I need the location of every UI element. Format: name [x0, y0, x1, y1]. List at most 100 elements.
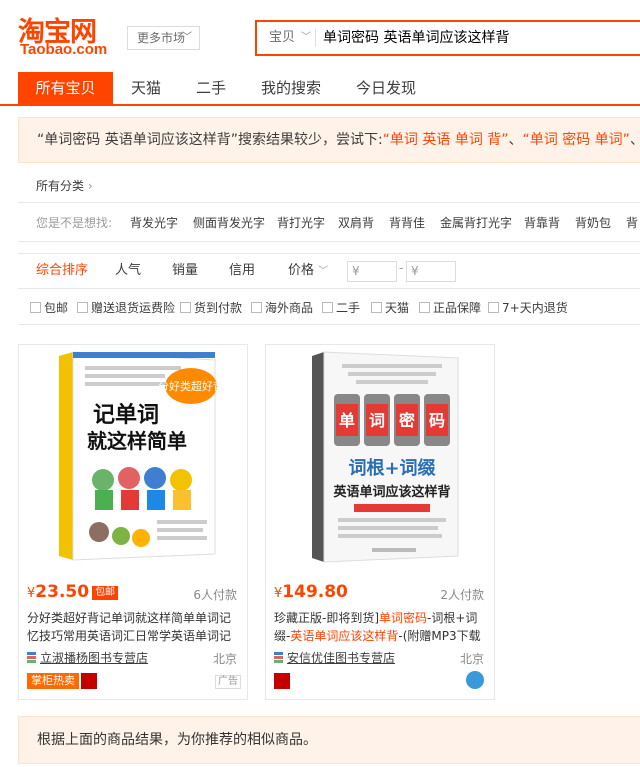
recommendation-banner: 根据上面的商品结果，为你推荐的相似商品。 [18, 716, 640, 764]
related-search-label: 您是不是想找: [36, 216, 113, 230]
title-highlight: 单词密码 [379, 611, 428, 625]
filter-label: 赠送退货运费险 [91, 301, 176, 315]
product-price: ¥149.80 [274, 582, 348, 602]
filter-cod[interactable]: 货到付款 [180, 299, 242, 316]
related-search-item[interactable]: 背背佳 [389, 203, 425, 241]
tab-my-search[interactable]: 我的搜索 [248, 72, 334, 104]
sort-bar: 综合排序 人气 销量 信用 价格 ﹀ ¥ - ¥ [18, 253, 640, 289]
cover-subtitle-1: 词根+词缀 [348, 457, 436, 479]
tab-all-items[interactable]: 所有宝贝 [18, 72, 113, 104]
all-categories-label: 所有分类 [36, 179, 85, 193]
checkbox[interactable] [419, 302, 430, 313]
separator: 、 [630, 132, 640, 148]
all-categories-link[interactable]: 所有分类 › [36, 177, 93, 194]
related-search-item[interactable]: 金属背打光字 [440, 203, 512, 241]
shop-name: 立淑播杨图书专营店 [40, 651, 149, 665]
tab-second-hand[interactable]: 二手 [181, 72, 241, 104]
price-min-input[interactable]: ¥ [347, 261, 397, 282]
sort-default[interactable]: 综合排序 [36, 254, 89, 288]
related-search-item[interactable]: 背打光字 [277, 203, 325, 241]
product-title[interactable]: 珍藏正版-即将到货]单词密码-词根+词缀-英语单词应该这样背-(附赠MP3下载与… [274, 609, 488, 645]
related-search-item[interactable]: 背奶包 [575, 203, 611, 241]
price-value: 149.80 [282, 582, 348, 602]
sort-credit[interactable]: 信用 [229, 254, 255, 288]
cover-char: 码 [429, 411, 445, 430]
filter-7day-return[interactable]: 7+天内退货 [488, 299, 568, 316]
hot-seller-tag: 掌柜热卖 [27, 673, 79, 689]
product-title[interactable]: 分好类超好背记单词就这样简单单词记忆技巧常用英语词汇日常学英语单词记忆速记大 [27, 609, 241, 645]
filter-tmall[interactable]: 天猫 [371, 299, 409, 316]
sort-sales[interactable]: 销量 [172, 254, 198, 288]
filter-second-hand[interactable]: 二手 [322, 299, 360, 316]
cover-badge: 分好类超好背 [158, 379, 224, 393]
chevron-down-icon: ﹀ [318, 266, 329, 277]
related-search-item[interactable]: 侧面背发光字 [193, 203, 265, 241]
product-price: ¥23.50 包邮 [27, 582, 119, 602]
filter-label: 货到付款 [194, 301, 243, 315]
suggestion-link[interactable]: “单词 密码 单词” [523, 132, 630, 148]
suggestion-link[interactable]: “单词 英语 单词 背” [383, 132, 509, 148]
cover-char: 词 [369, 411, 385, 430]
sort-price-label: 价格 [288, 263, 315, 278]
sold-count: 2人付款 [440, 588, 484, 602]
filter-row: 包邮 赠送退货运费险 货到付款 海外商品 二手 天猫 正品保障 7+天内退货 [18, 289, 640, 325]
taobao-logo-en[interactable]: Taobao.com [20, 41, 107, 58]
related-search-row: 您是不是想找: 背发光字 侧面背发光字 背打光字 双肩背 背背佳 金属背打光字 … [18, 202, 640, 242]
sort-price[interactable]: 价格 ﹀ [288, 254, 328, 288]
cover-title-2: 就这样简单 [87, 429, 187, 453]
filter-label: 正品保障 [433, 301, 482, 315]
sold-count: 6人付款 [193, 588, 237, 602]
title-highlight: 英语单词应该这样背 [290, 629, 399, 643]
shop-name: 安信优佳图书专营店 [287, 651, 396, 665]
location: 北京 [459, 652, 484, 666]
related-search-item[interactable]: 双肩背 [338, 203, 374, 241]
sort-popularity[interactable]: 人气 [115, 254, 141, 288]
free-shipping-badge: 包邮 [92, 586, 119, 600]
more-markets-dropdown[interactable]: 更多市场 ﹀ [127, 26, 200, 50]
divider [315, 29, 316, 47]
product-image[interactable]: 单 词 密 码 词根+词缀 英语单词应该这样背 [272, 350, 490, 568]
tmall-icon [81, 673, 97, 689]
search-input[interactable]: 单词密码 英语单词应该这样背 [323, 22, 640, 54]
separator: 、 [508, 132, 523, 148]
search-tabs: 所有宝贝 天猫 二手 我的搜索 今日发现 [0, 72, 640, 106]
filter-overseas[interactable]: 海外商品 [251, 299, 313, 316]
location: 北京 [212, 652, 237, 666]
wangwang-chat-icon[interactable] [466, 671, 484, 689]
checkbox[interactable] [77, 302, 88, 313]
price-value: 23.50 [35, 582, 90, 602]
filter-authentic[interactable]: 正品保障 [419, 299, 481, 316]
tab-today-discover[interactable]: 今日发现 [343, 72, 429, 104]
tmall-icon [274, 673, 290, 689]
search-bar: 宝贝 ﹀ 单词密码 英语单词应该这样背 [255, 20, 640, 56]
search-type-select[interactable]: 宝贝 ﹀ [257, 22, 315, 54]
related-search-item[interactable]: 背 [626, 203, 638, 241]
filter-label: 7+天内退货 [502, 301, 568, 315]
tab-tmall[interactable]: 天猫 [113, 72, 179, 104]
checkbox[interactable] [488, 302, 499, 313]
related-search-item[interactable]: 背靠背 [524, 203, 560, 241]
filter-label: 天猫 [385, 301, 410, 315]
checkbox[interactable] [322, 302, 333, 313]
related-search-item[interactable]: 背发光字 [130, 203, 178, 241]
shop-icon [27, 652, 36, 663]
checkbox[interactable] [30, 302, 41, 313]
checkbox[interactable] [180, 302, 191, 313]
filter-return-insurance[interactable]: 赠送退货运费险 [77, 299, 175, 316]
filter-label: 二手 [336, 301, 361, 315]
price-max-input[interactable]: ¥ [406, 261, 456, 282]
filter-free-shipping[interactable]: 包邮 [30, 299, 68, 316]
product-card[interactable]: 单 词 密 码 词根+词缀 英语单词应该这样背 ¥149.80 2人付款 珍藏正… [265, 344, 495, 700]
checkbox[interactable] [371, 302, 382, 313]
price-range-dash: - [399, 261, 404, 275]
shop-icon [274, 652, 283, 663]
cover-char: 单 [339, 411, 355, 430]
product-card[interactable]: 分好类超好背 记单词 就这样简单 ¥23.50 包邮 6人付款 分好类超好背记单词… [18, 344, 248, 700]
checkbox[interactable] [251, 302, 262, 313]
shop-link[interactable]: 立淑播杨图书专营店 [27, 649, 148, 666]
product-image[interactable]: 分好类超好背 记单词 就这样简单 [25, 350, 243, 568]
shop-link[interactable]: 安信优佳图书专营店 [274, 649, 395, 666]
cover-subtitle-2: 英语单词应该这样背 [332, 484, 450, 500]
chevron-down-icon: ﹀ [301, 32, 311, 43]
search-type-label: 宝贝 [269, 30, 296, 45]
